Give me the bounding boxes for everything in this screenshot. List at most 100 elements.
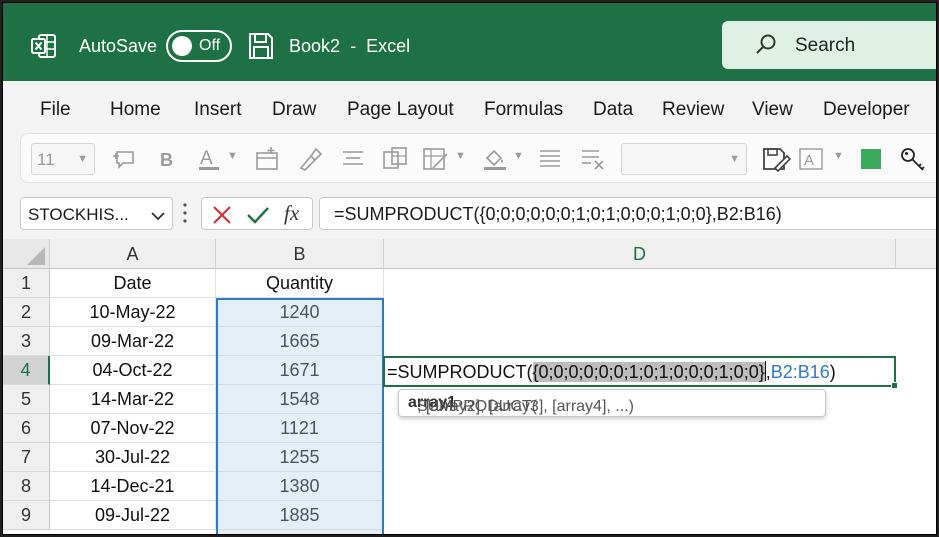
table-icon[interactable] — [381, 146, 409, 172]
style-dropdown[interactable]: ▼ — [621, 143, 747, 175]
insert-cells-icon[interactable] — [253, 146, 281, 172]
row-header[interactable]: 6 — [3, 414, 50, 443]
cell-a2[interactable]: 10-May-22 — [50, 298, 216, 327]
row-header[interactable]: 9 — [3, 501, 50, 530]
ribbon-tabs: File Home Insert Draw Page Layout Formul… — [3, 81, 936, 131]
formula-input[interactable]: =SUMPRODUCT({0;0;0;0;0;0;1;0;1;0;0;0;1;0… — [319, 197, 936, 230]
row-header[interactable]: 3 — [3, 327, 50, 356]
cancel-icon[interactable] — [212, 205, 232, 225]
clear-icon[interactable] — [579, 146, 607, 172]
column-header-e[interactable] — [896, 239, 936, 269]
array-argument-highlight: {0;0;0;0;0;0;1;0;1;0;0;0;1;0;0} — [532, 362, 765, 382]
green-swatch-icon[interactable] — [859, 146, 883, 172]
cell-a1[interactable]: Date — [50, 269, 216, 298]
chevron-down-icon[interactable]: ▼ — [513, 150, 524, 176]
app-name: Excel — [366, 36, 411, 56]
comment-icon[interactable] — [111, 146, 139, 172]
excel-logo-icon[interactable] — [31, 33, 57, 59]
cell-b9[interactable]: 1885 — [216, 501, 384, 530]
insert-function-button[interactable]: fx — [284, 201, 299, 226]
search-box[interactable]: Search — [722, 21, 936, 69]
document-name: Book2 — [289, 36, 341, 56]
chevron-down-icon[interactable]: ▼ — [227, 150, 238, 176]
search-placeholder: Search — [795, 35, 856, 56]
chevron-down-icon — [151, 208, 165, 226]
toggle-knob — [172, 36, 192, 56]
cell-b7[interactable]: 1255 — [216, 443, 384, 472]
tab-home[interactable]: Home — [110, 99, 161, 121]
tab-formulas[interactable]: Formulas — [484, 99, 563, 121]
tab-page-layout[interactable]: Page Layout — [347, 99, 454, 121]
cell-a3[interactable]: 09-Mar-22 — [50, 327, 216, 356]
chevron-down-icon: ▼ — [729, 153, 740, 165]
tab-data[interactable]: Data — [593, 99, 633, 121]
cell-b5[interactable]: 1548 — [216, 385, 384, 414]
cell-b8[interactable]: 1380 — [216, 472, 384, 501]
range-reference: B2:B16 — [770, 362, 830, 382]
autosave-label: AutoSave — [79, 36, 158, 56]
fill-color-icon[interactable] — [481, 146, 509, 172]
row-header[interactable]: 1 — [3, 269, 50, 298]
tab-view[interactable]: View — [752, 99, 793, 121]
name-box-value: STOCKHIS... — [28, 205, 129, 224]
formula-suffix: ) — [829, 362, 836, 382]
autosave-state: Off — [199, 37, 221, 54]
align-icon[interactable] — [340, 146, 366, 172]
format-painter-icon[interactable] — [297, 146, 323, 172]
key-icon[interactable] — [899, 146, 927, 172]
bold-icon[interactable]: B — [157, 146, 177, 172]
tab-insert[interactable]: Insert — [194, 99, 242, 121]
row-header[interactable]: 5 — [3, 385, 50, 414]
tab-file[interactable]: File — [40, 99, 71, 121]
cell-styles-icon[interactable] — [761, 146, 791, 172]
search-icon — [756, 34, 776, 54]
font-size-dropdown[interactable]: 11 ▼ — [31, 143, 95, 175]
column-header-d[interactable]: D — [384, 239, 896, 269]
tab-draw[interactable]: Draw — [272, 99, 316, 121]
formula-prefix: =SUMPRODUCT( — [387, 362, 533, 382]
title-separator: - — [350, 36, 357, 56]
wrap-icon[interactable] — [537, 146, 563, 172]
chevron-down-icon[interactable]: ▼ — [833, 150, 844, 176]
cell-b3[interactable]: 1665 — [216, 327, 384, 356]
cell-b1[interactable]: Quantity — [216, 269, 384, 298]
spreadsheet-grid: A B D 1 2 3 4 5 6 7 8 9 Date Quantity 10… — [3, 239, 936, 534]
cell-b4[interactable]: 1671 — [216, 356, 384, 385]
row-header[interactable]: 7 — [3, 443, 50, 472]
cell-b6[interactable]: 1121 — [216, 414, 384, 443]
cell-a7[interactable]: 30-Jul-22 — [50, 443, 216, 472]
cell-a4[interactable]: 04-Oct-22 — [50, 356, 216, 385]
row-header[interactable]: 2 — [3, 298, 50, 327]
column-header-a[interactable]: A — [50, 239, 216, 269]
more-options-icon[interactable] — [182, 200, 188, 226]
cell-a8[interactable]: 14-Dec-21 — [50, 472, 216, 501]
excel-window: AutoSave Off Book2 - Excel Search File H… — [2, 2, 937, 535]
select-all-triangle-icon — [27, 247, 45, 265]
cell-a5[interactable]: 14-Mar-22 — [50, 385, 216, 414]
text-box-icon[interactable]: A — [798, 146, 824, 172]
cell-b2[interactable]: 1240 — [216, 298, 384, 327]
cell-d4-editing[interactable]: =SUMPRODUCT({0;0;0;0;0;0;1;0;1;0;0;0;1;0… — [383, 356, 896, 387]
font-color-icon[interactable]: A — [197, 146, 223, 172]
name-box[interactable]: STOCKHIS... — [20, 197, 173, 230]
select-all-corner[interactable] — [3, 239, 50, 269]
row-header[interactable]: 8 — [3, 472, 50, 501]
formula-text: =SUMPRODUCT({0;0;0;0;0;0;1;0;1;0;0;0;1;0… — [334, 204, 782, 224]
chevron-down-icon[interactable]: ▼ — [455, 150, 466, 176]
format-table-icon[interactable] — [421, 146, 449, 172]
cell-a9[interactable]: 09-Jul-22 — [50, 501, 216, 530]
function-tooltip[interactable]: SUMPRODUCT(array1, [array2], [array3], [… — [398, 389, 826, 417]
cell-edit-text: =SUMPRODUCT({0;0;0;0;0;0;1;0;1;0;0;0;1;0… — [387, 361, 836, 383]
row-header-selected[interactable]: 4 — [3, 356, 50, 385]
tab-developer[interactable]: Developer — [823, 99, 910, 121]
column-header-b[interactable]: B — [216, 239, 384, 269]
ribbon-area: 11 ▼ B A ▼ ▼ ▼ ▼ A ▼ — [3, 131, 936, 187]
formula-bar: STOCKHIS... fx =SUMPRODUCT({0;0;0;0;0;0;… — [3, 187, 936, 239]
cell-a6[interactable]: 07-Nov-22 — [50, 414, 216, 443]
autosave-toggle[interactable]: Off — [166, 30, 232, 62]
tab-review[interactable]: Review — [662, 99, 724, 121]
enter-check-icon[interactable] — [246, 205, 270, 225]
save-icon[interactable] — [247, 31, 275, 61]
fill-handle[interactable] — [891, 382, 898, 389]
chevron-down-icon: ▼ — [77, 153, 88, 165]
